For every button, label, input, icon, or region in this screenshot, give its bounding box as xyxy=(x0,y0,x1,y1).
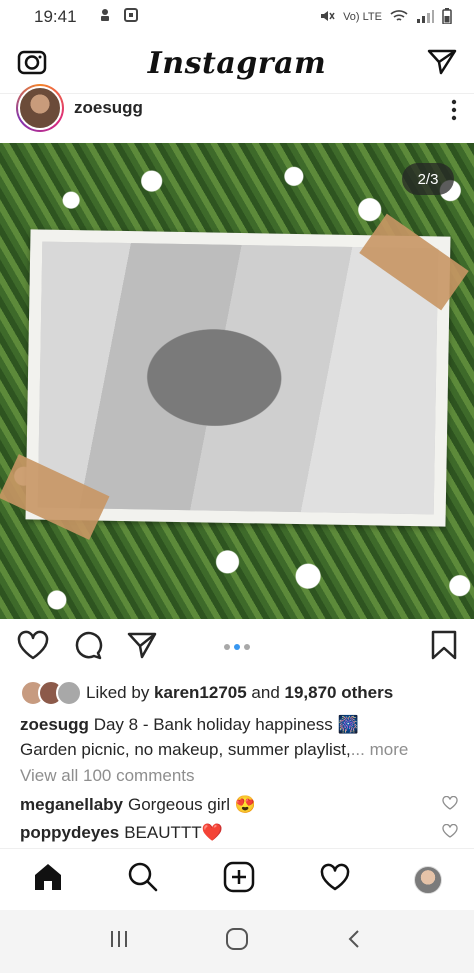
search-icon[interactable] xyxy=(127,861,159,898)
more-options-icon[interactable] xyxy=(450,98,458,127)
signal-icon xyxy=(416,9,434,26)
comment-item: poppydeyes BEAUTTT❤️ xyxy=(20,820,458,846)
liker-avatars xyxy=(20,680,82,706)
camera-icon[interactable] xyxy=(16,45,48,82)
post-caption: zoesugg Day 8 - Bank holiday happiness 🎆… xyxy=(20,712,460,762)
caption-username[interactable]: zoesugg xyxy=(20,715,89,734)
status-time: 19:41 xyxy=(34,7,77,26)
carousel-indicator xyxy=(224,644,250,650)
caption-more-link[interactable]: ... more xyxy=(351,740,409,759)
app-logo: Instagram xyxy=(147,46,327,81)
like-heart-icon[interactable] xyxy=(16,629,50,666)
likes-prefix: Liked by xyxy=(86,683,155,702)
carousel-dot xyxy=(224,644,230,650)
comment-like-icon[interactable] xyxy=(442,823,458,843)
app-header: Instagram xyxy=(0,34,474,94)
activity-heart-icon[interactable] xyxy=(319,862,351,897)
comment-item: meganellaby Gorgeous girl 😍 xyxy=(20,792,458,818)
comment-text: BEAUTTT❤️ xyxy=(124,823,223,842)
recent-apps-icon[interactable] xyxy=(107,927,131,956)
comment-like-icon[interactable] xyxy=(442,795,458,815)
avatar xyxy=(56,680,82,706)
network-label: Vo) LTE xyxy=(343,11,382,23)
wifi-icon xyxy=(390,9,408,26)
home-icon[interactable] xyxy=(32,861,64,898)
screen-icon xyxy=(123,7,139,28)
mute-icon xyxy=(319,8,335,27)
comment-username[interactable]: meganellaby xyxy=(20,795,123,815)
caption-text: Day 8 - Bank holiday happiness 🎆 xyxy=(93,715,359,734)
likes-count[interactable]: 19,870 others xyxy=(285,683,394,702)
carousel-dot xyxy=(244,644,250,650)
post-image[interactable]: 2/3 xyxy=(0,143,474,619)
view-all-comments-link[interactable]: View all 100 comments xyxy=(20,766,195,786)
battery-icon xyxy=(442,7,452,27)
carousel-dot-active xyxy=(234,644,240,650)
caption-line-2: Garden picnic, no makeup, summer playlis… xyxy=(20,740,351,759)
post-header: zoesugg xyxy=(0,84,474,142)
profile-avatar[interactable] xyxy=(414,865,443,894)
system-navigation-bar xyxy=(0,910,474,973)
save-bookmark-icon[interactable] xyxy=(430,629,458,666)
likes-summary[interactable]: Liked by karen12705 and 19,870 others xyxy=(20,680,458,706)
direct-message-icon[interactable] xyxy=(426,45,458,82)
bottom-navigation xyxy=(0,848,474,910)
post-author-username[interactable]: zoesugg xyxy=(74,98,143,118)
notification-icon xyxy=(97,7,113,28)
likes-text: Liked by karen12705 and 19,870 others xyxy=(86,683,393,703)
post-author-avatar[interactable] xyxy=(16,84,64,132)
comment-username[interactable]: poppydeyes xyxy=(20,823,119,843)
image-counter-badge: 2/3 xyxy=(402,163,454,195)
likes-middle: and xyxy=(246,683,285,702)
comment-text: Gorgeous girl 😍 xyxy=(128,795,256,814)
framed-photo xyxy=(25,229,451,527)
new-post-icon[interactable] xyxy=(223,861,255,898)
liker-username[interactable]: karen12705 xyxy=(154,683,247,702)
comment-icon[interactable] xyxy=(72,629,104,666)
back-icon[interactable] xyxy=(343,927,367,956)
share-icon[interactable] xyxy=(126,629,158,666)
home-button-icon[interactable] xyxy=(224,926,250,957)
post-action-bar xyxy=(0,620,474,674)
status-bar: 19:41 Vo) LTE xyxy=(0,0,474,34)
